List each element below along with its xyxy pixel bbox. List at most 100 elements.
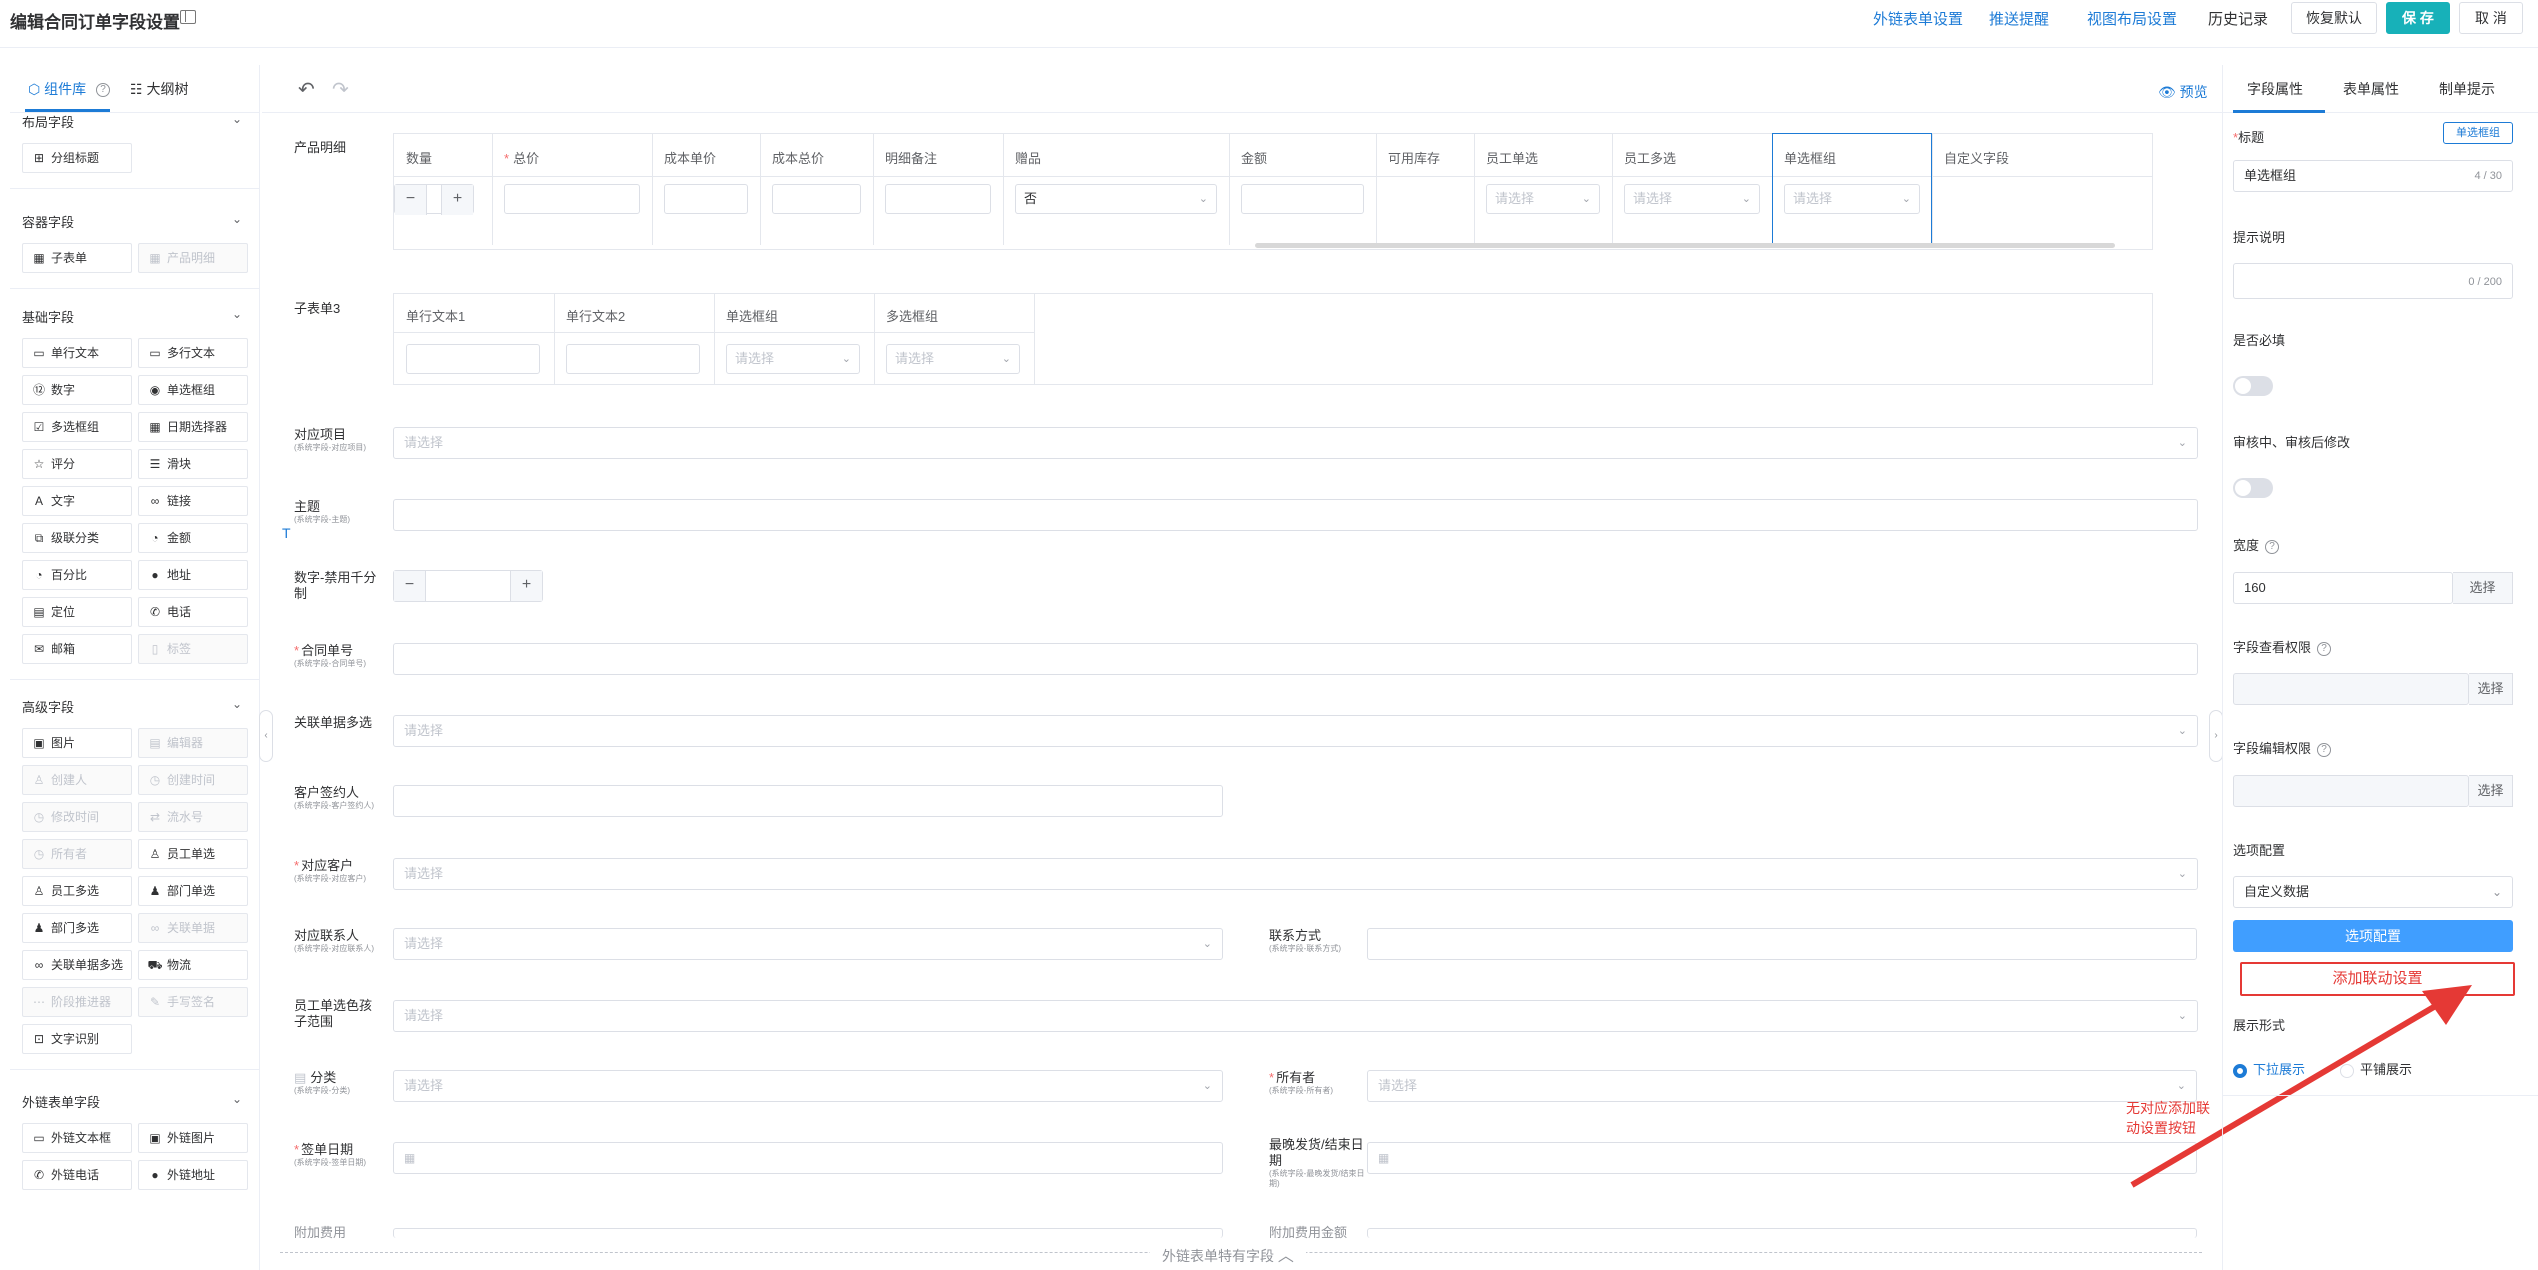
- group-title[interactable]: 布局字段: [22, 112, 74, 131]
- component-item[interactable]: ▤ 定位: [22, 597, 132, 627]
- push-reminder-link[interactable]: 推送提醒: [1989, 8, 2049, 29]
- history-link[interactable]: 历史记录: [2208, 8, 2268, 29]
- group-title[interactable]: 基础字段: [22, 307, 74, 326]
- plus-button[interactable]: +: [510, 571, 542, 601]
- chevron-down-icon[interactable]: ⌄: [232, 307, 242, 321]
- save-button[interactable]: 保 存: [2386, 2, 2450, 34]
- component-item[interactable]: ▦ 日期选择器: [138, 412, 248, 442]
- number-stepper[interactable]: − +: [393, 570, 543, 602]
- latest-ship-input[interactable]: ▦: [1367, 1142, 2197, 1174]
- component-item[interactable]: A 文字: [22, 486, 132, 516]
- minus-button[interactable]: −: [394, 571, 426, 601]
- component-item[interactable]: ● 地址: [138, 560, 248, 590]
- group-title[interactable]: 容器字段: [22, 212, 74, 231]
- component-item[interactable]: ✆ 外链电话: [22, 1160, 132, 1190]
- chevron-down-icon[interactable]: ⌄: [232, 212, 242, 226]
- component-item[interactable]: ☑ 多选框组: [22, 412, 132, 442]
- required-toggle[interactable]: [2233, 376, 2273, 396]
- view-permission-select-button[interactable]: 选择: [2469, 673, 2513, 705]
- undo-icon[interactable]: ↶: [298, 77, 315, 102]
- category-select[interactable]: 请选择 ⌄: [393, 1070, 1223, 1102]
- cell-input[interactable]: [504, 184, 640, 214]
- component-item[interactable]: ⧉ 级联分类: [22, 523, 132, 553]
- width-select-button[interactable]: 选择: [2453, 572, 2513, 604]
- add-linkage-button[interactable]: 添加联动设置: [2240, 962, 2515, 996]
- cell-input[interactable]: [1241, 184, 1364, 214]
- extra-fee-amount-input[interactable]: [1367, 1228, 2197, 1238]
- component-item[interactable]: ◔ 百分比: [22, 560, 132, 590]
- restore-default-button[interactable]: 恢复默认: [2291, 2, 2377, 34]
- component-item[interactable]: ☰ 滑块: [138, 449, 248, 479]
- hint-textarea[interactable]: 0 / 200: [2233, 263, 2513, 299]
- component-item[interactable]: ∞ 关联单据多选: [22, 950, 132, 980]
- width-input[interactable]: 160: [2233, 572, 2453, 604]
- contact-select[interactable]: 请选择 ⌄: [393, 928, 1223, 960]
- preview-button[interactable]: 👁 预览: [2158, 82, 2208, 102]
- review-edit-toggle[interactable]: [2233, 478, 2273, 498]
- quantity-stepper[interactable]: − +: [394, 184, 474, 215]
- related-multi-select[interactable]: 请选择 ⌄: [393, 715, 2198, 747]
- right-collapse-handle[interactable]: ›: [2209, 710, 2223, 762]
- component-item[interactable]: ▣ 外链图片: [138, 1123, 248, 1153]
- help-icon[interactable]: ?: [2317, 641, 2332, 656]
- cell-input[interactable]: [406, 344, 540, 374]
- component-item[interactable]: ♙ 员工单选: [138, 839, 248, 869]
- cell-select[interactable]: 请选择 ⌄: [1624, 184, 1760, 214]
- title-input[interactable]: 单选框组 4 / 30: [2233, 160, 2513, 192]
- sign-date-input[interactable]: ▦: [393, 1142, 1223, 1174]
- cell-input[interactable]: [664, 184, 748, 214]
- plus-button[interactable]: +: [441, 185, 473, 215]
- options-config-button[interactable]: 选项配置: [2233, 920, 2513, 952]
- component-item[interactable]: ◔ 金额: [138, 523, 248, 553]
- cell-input[interactable]: [772, 184, 861, 214]
- cancel-button[interactable]: 取 消: [2459, 2, 2523, 34]
- contact-way-input[interactable]: [1367, 928, 2197, 960]
- emp-scope-select[interactable]: 请选择 ⌄: [393, 1000, 2198, 1032]
- component-item[interactable]: ⊞ 分组标题: [22, 143, 132, 173]
- component-item[interactable]: ● 外链地址: [138, 1160, 248, 1190]
- external-form-settings-link[interactable]: 外链表单设置: [1873, 8, 1963, 29]
- cell-input[interactable]: [885, 184, 991, 214]
- group-title[interactable]: 高级字段: [22, 697, 74, 716]
- component-item[interactable]: ▭ 单行文本: [22, 338, 132, 368]
- edit-permission-select-button[interactable]: 选择: [2469, 775, 2513, 807]
- view-layout-settings-link[interactable]: 视图布局设置: [2087, 8, 2177, 29]
- group-title[interactable]: 外链表单字段: [22, 1092, 100, 1111]
- tab-field-properties[interactable]: 字段属性: [2247, 79, 2303, 99]
- component-item[interactable]: ▦ 子表单: [22, 243, 132, 273]
- component-item[interactable]: ⛟ 物流: [138, 950, 248, 980]
- layout-icon[interactable]: [180, 10, 196, 24]
- cell-input[interactable]: [566, 344, 700, 374]
- component-item[interactable]: ✉ 邮箱: [22, 634, 132, 664]
- cell-select[interactable]: 否 ⌄: [1015, 184, 1217, 214]
- redo-icon[interactable]: ↷: [332, 77, 349, 102]
- project-select[interactable]: 请选择 ⌄: [393, 427, 2198, 459]
- component-item[interactable]: ⊡ 文字识别: [22, 1024, 132, 1054]
- minus-button[interactable]: −: [395, 185, 427, 215]
- owner-select[interactable]: 请选择 ⌄: [1367, 1070, 2197, 1102]
- component-item[interactable]: ⑫ 数字: [22, 375, 132, 405]
- chevron-down-icon[interactable]: ⌄: [232, 112, 242, 126]
- customer-select[interactable]: 请选择 ⌄: [393, 858, 2198, 890]
- cell-select[interactable]: 请选择 ⌄: [1486, 184, 1600, 214]
- component-item[interactable]: ▭ 多行文本: [138, 338, 248, 368]
- subject-input[interactable]: [393, 499, 2198, 531]
- chevron-down-icon[interactable]: ⌄: [232, 1092, 242, 1106]
- external-form-divider[interactable]: 外链表单特有字段 ︿: [1150, 1242, 1306, 1266]
- component-item[interactable]: ♟ 部门多选: [22, 913, 132, 943]
- tab-outline[interactable]: ☷ 大纲树: [130, 79, 188, 99]
- tab-components[interactable]: ⬡ 组件库 ?: [28, 79, 111, 99]
- tab-form-properties[interactable]: 表单属性: [2343, 79, 2399, 99]
- display-dropdown-radio[interactable]: 下拉展示: [2233, 1059, 2305, 1078]
- help-icon[interactable]: ?: [2265, 539, 2280, 554]
- help-icon[interactable]: ?: [2317, 742, 2332, 757]
- cell-select[interactable]: 请选择 ⌄: [886, 344, 1020, 374]
- horizontal-scrollbar[interactable]: [1255, 243, 2115, 248]
- contract-no-input[interactable]: [393, 643, 2198, 675]
- component-item[interactable]: ♟ 部门单选: [138, 876, 248, 906]
- left-collapse-handle[interactable]: ‹: [259, 710, 273, 762]
- cell-select[interactable]: 请选择 ⌄: [726, 344, 860, 374]
- extra-fee-input[interactable]: [393, 1228, 1223, 1238]
- signer-input[interactable]: [393, 785, 1223, 817]
- component-item[interactable]: ∞ 链接: [138, 486, 248, 516]
